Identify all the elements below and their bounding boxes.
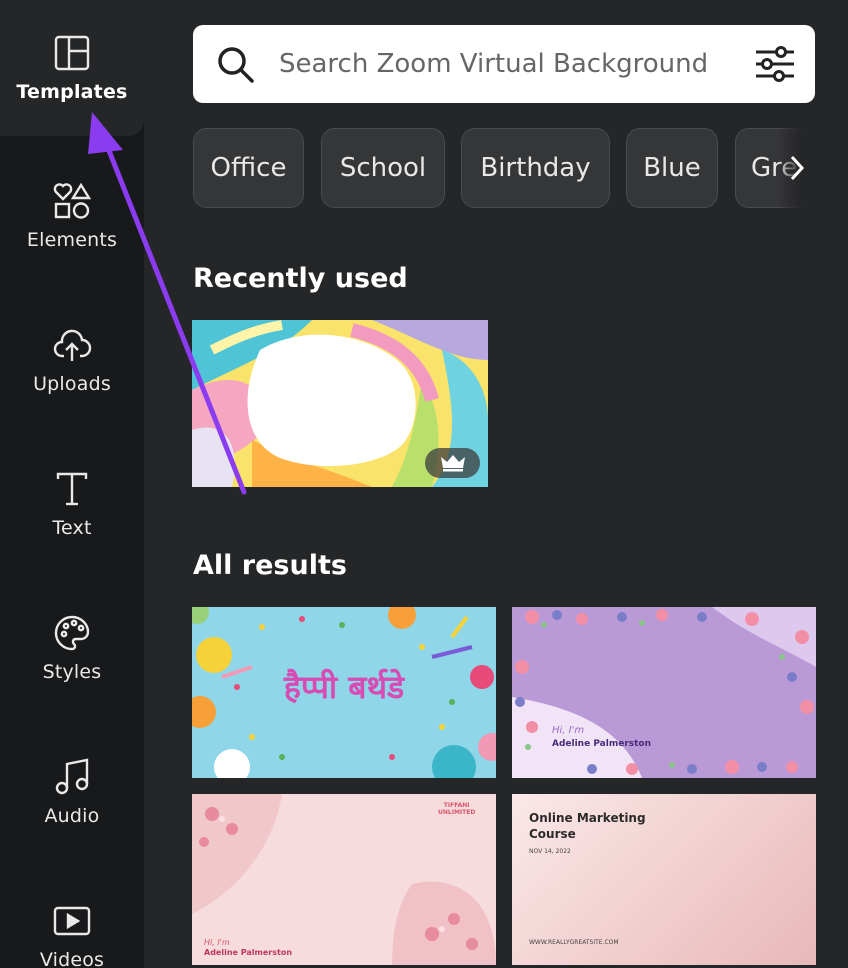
sidebar-item-elements[interactable]: Elements <box>0 144 144 288</box>
floral-frame-decoration <box>512 607 816 778</box>
chips-next-button[interactable] <box>777 128 817 208</box>
recent-template-card[interactable] <box>192 320 488 487</box>
sidebar-item-label: Uploads <box>33 373 111 395</box>
template-name: Adeline Palmerston <box>204 948 293 957</box>
premium-badge <box>425 448 480 478</box>
elements-icon <box>53 182 92 219</box>
section-title-recent: Recently used <box>193 263 408 294</box>
section-title-all: All results <box>193 550 347 581</box>
chevron-right-icon <box>790 155 805 181</box>
template-card[interactable]: TIFFANI UNLIMITED Hi, I'm Adeline Palmer… <box>192 794 496 965</box>
videos-icon <box>53 906 91 936</box>
search-input[interactable] <box>279 39 729 89</box>
sidebar-item-uploads[interactable]: Uploads <box>0 288 144 432</box>
sidebar-item-styles[interactable]: Styles <box>0 576 144 720</box>
template-title-line1: Online Marketing <box>529 811 646 825</box>
filter-icon[interactable] <box>753 44 797 84</box>
sidebar-item-label: Videos <box>39 949 105 968</box>
crown-icon <box>440 455 465 472</box>
template-website: WWW.REALLYGREATSITE.COM <box>529 939 619 946</box>
sidebar-item-label: Audio <box>44 805 100 827</box>
template-title: Online Marketing Course <box>529 810 646 842</box>
template-greeting: Hi, I'm <box>552 725 585 736</box>
template-greeting: Hi, I'm <box>204 938 230 947</box>
sidebar-item-templates[interactable]: Templates <box>0 0 144 136</box>
sidebar-item-videos[interactable]: Videos <box>0 864 144 968</box>
chip-blue[interactable]: Blue <box>626 128 718 208</box>
template-card[interactable]: Online Marketing Course NOV 14, 2022 WWW… <box>512 794 816 965</box>
chip-school[interactable]: School <box>321 128 445 208</box>
template-brand-line1: TIFFANI <box>443 802 470 809</box>
chip-office[interactable]: Office <box>193 128 304 208</box>
template-title: हैप्पी बर्थडे <box>283 668 405 706</box>
sidebar-item-label: Text <box>52 517 92 539</box>
styles-icon <box>54 615 90 651</box>
template-brand: TIFFANI UNLIMITED <box>438 802 475 816</box>
sidebar-item-label: Templates <box>16 81 128 103</box>
sidebar: Templates Elements Uploads Text Styles A… <box>0 0 144 968</box>
template-brand-line2: UNLIMITED <box>438 809 476 816</box>
sidebar-item-audio[interactable]: Audio <box>0 720 144 864</box>
chip-birthday[interactable]: Birthday <box>461 128 610 208</box>
sidebar-item-label: Elements <box>26 229 118 251</box>
search-bar <box>193 25 815 103</box>
template-date: NOV 14, 2022 <box>529 848 571 855</box>
text-icon <box>56 472 88 506</box>
templates-icon <box>54 35 90 71</box>
sidebar-item-text[interactable]: Text <box>0 432 144 576</box>
cherry-blossom-decoration <box>192 794 496 965</box>
audio-icon <box>55 758 89 795</box>
template-card[interactable]: Hi, I'm Adeline Palmerston <box>512 607 816 778</box>
sidebar-item-label: Styles <box>42 661 102 683</box>
template-name: Adeline Palmerston <box>552 739 652 749</box>
uploads-icon <box>53 329 92 361</box>
template-card[interactable]: हैप्पी बर्थडे <box>192 607 496 778</box>
search-icon[interactable] <box>215 44 255 84</box>
template-title-line2: Course <box>529 827 576 841</box>
category-chips: Office School Birthday Blue Gree <box>193 128 815 208</box>
